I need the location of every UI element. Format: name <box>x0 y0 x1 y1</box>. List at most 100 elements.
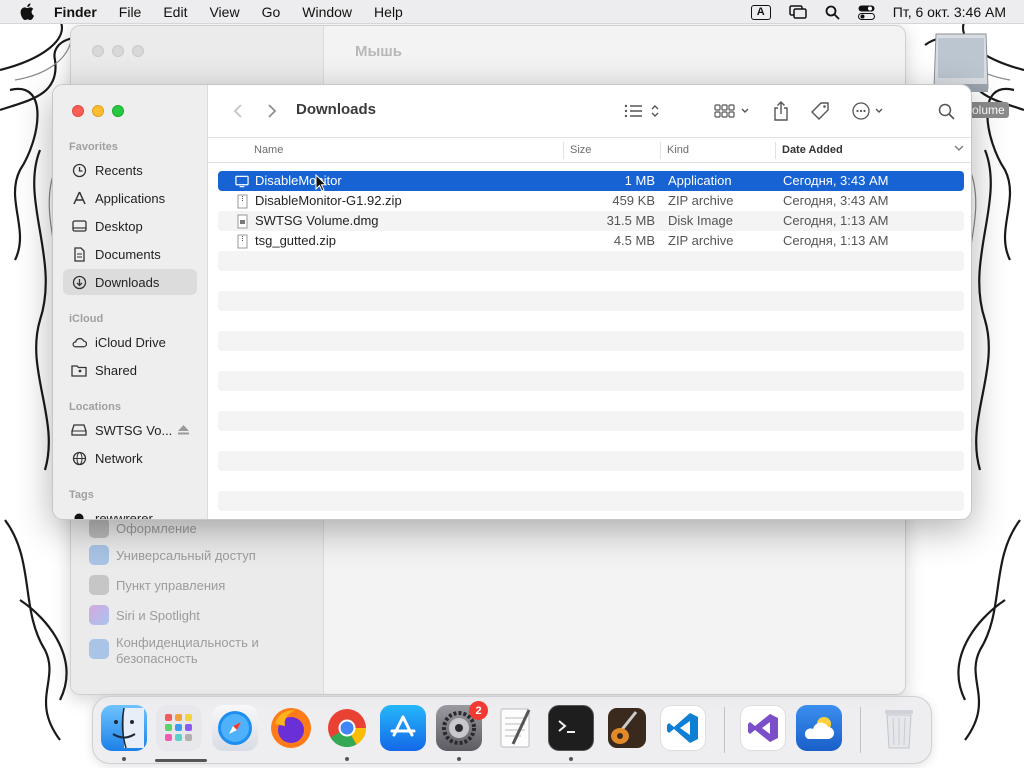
minimize-button[interactable] <box>92 105 104 117</box>
dock-launchpad-icon[interactable] <box>156 705 202 751</box>
window-controls <box>72 105 132 117</box>
menu-help[interactable]: Help <box>374 4 403 20</box>
settings-item-accessibility[interactable]: Универсальный доступ <box>89 545 256 565</box>
settings-window-controls <box>92 45 152 57</box>
dock-trash-icon[interactable] <box>876 705 922 751</box>
sidebar-item-swtsg-volume[interactable]: SWTSG Vo... <box>63 417 197 443</box>
share-button[interactable] <box>770 99 792 123</box>
sidebar-item-icloud-drive[interactable]: iCloud Drive <box>63 329 197 355</box>
dock-terminal-icon[interactable] <box>548 705 594 751</box>
settings-item-siri[interactable]: Siri и Spotlight <box>89 605 200 625</box>
column-kind[interactable]: Kind <box>667 144 689 156</box>
menubar-clock[interactable]: Пт, 6 окт. 3:46 AM <box>893 4 1006 20</box>
settings-item-appearance[interactable]: Оформление <box>89 518 197 538</box>
menu-edit[interactable]: Edit <box>163 4 187 20</box>
sort-chevron-icon[interactable] <box>954 143 964 155</box>
dock-finder-icon[interactable] <box>101 705 147 751</box>
menu-go[interactable]: Go <box>262 4 281 20</box>
column-date-added[interactable]: Date Added <box>782 144 843 156</box>
settings-item-label: Пункт управления <box>116 577 226 593</box>
dock-firefox-icon[interactable] <box>268 705 314 751</box>
menu-file[interactable]: File <box>119 4 142 20</box>
dock-garageband-icon[interactable] <box>604 705 650 751</box>
eject-icon[interactable] <box>178 423 189 438</box>
screen-mirroring-icon[interactable] <box>789 5 807 19</box>
view-options-button[interactable] <box>623 99 663 123</box>
dock-safari-icon[interactable] <box>212 705 258 751</box>
menu-window[interactable]: Window <box>302 4 352 20</box>
shared-folder-icon <box>71 362 87 378</box>
menu-view[interactable]: View <box>209 4 239 20</box>
sidebar-item-label: rewwrerer <box>95 510 153 520</box>
empty-row <box>218 371 964 391</box>
back-button[interactable] <box>228 99 248 123</box>
sidebar-item-label: Recents <box>95 162 143 178</box>
spotlight-search-icon[interactable] <box>825 5 840 20</box>
file-name: tsg_gutted.zip <box>255 233 336 248</box>
empty-row <box>218 471 964 491</box>
sidebar-item-label: Downloads <box>95 274 160 290</box>
input-source-indicator[interactable]: A <box>750 4 771 20</box>
action-menu-button[interactable] <box>850 99 890 123</box>
dock-chrome-icon[interactable] <box>324 705 370 751</box>
sidebar-item-label: Documents <box>95 246 161 262</box>
dock-weather-icon[interactable] <box>796 705 842 751</box>
dock-vscode-icon[interactable] <box>660 705 706 751</box>
file-kind: Application <box>668 173 732 188</box>
dock-visual-studio-icon[interactable] <box>740 705 786 751</box>
forward-button[interactable] <box>262 99 282 123</box>
file-date-added: Сегодня, 1:13 AM <box>783 233 889 248</box>
empty-row <box>218 411 964 431</box>
file-size: 31.5 MB <box>606 213 655 228</box>
sidebar-item-applications[interactable]: Applications <box>63 185 197 211</box>
search-button[interactable] <box>934 99 958 123</box>
empty-row <box>218 251 964 271</box>
file-row-tsg-gutted-zip[interactable]: tsg_gutted.zip 4.5 MB ZIP archive Сегодн… <box>218 231 964 251</box>
file-row-disablemonitor[interactable]: DisableMonitor 1 MB Application Сегодня,… <box>218 171 964 191</box>
file-date-added: Сегодня, 3:43 AM <box>783 193 889 208</box>
sidebar-section-icloud: iCloud <box>69 313 104 325</box>
empty-row <box>218 431 964 451</box>
sidebar-item-tag[interactable]: rewwrerer <box>63 505 197 520</box>
file-kind: ZIP archive <box>668 193 734 208</box>
desktop-icon <box>71 218 87 234</box>
sidebar-item-network[interactable]: Network <box>63 445 197 471</box>
column-name[interactable]: Name <box>254 144 283 156</box>
sidebar-item-shared[interactable]: Shared <box>63 357 197 383</box>
column-size[interactable]: Size <box>570 144 591 156</box>
empty-row <box>218 311 964 331</box>
zoom-button[interactable] <box>112 105 124 117</box>
file-name: SWTSG Volume.dmg <box>255 213 379 228</box>
tag-button[interactable] <box>808 99 832 123</box>
sidebar-item-desktop[interactable]: Desktop <box>63 213 197 239</box>
group-by-button[interactable] <box>713 99 753 123</box>
cloud-icon <box>71 334 87 350</box>
file-size: 4.5 MB <box>613 233 655 248</box>
apple-menu-icon[interactable] <box>16 0 38 24</box>
file-row-swtsg-dmg[interactable]: SWTSG Volume.dmg 31.5 MB Disk Image Сего… <box>218 211 964 231</box>
settings-item-label: Siri и Spotlight <box>116 607 200 623</box>
sidebar-section-tags: Tags <box>69 489 94 501</box>
empty-row <box>218 351 964 371</box>
window-title: Downloads <box>296 101 377 118</box>
empty-row <box>218 271 964 291</box>
dock-textedit-icon[interactable] <box>492 705 538 751</box>
file-row-disablemonitor-zip[interactable]: DisableMonitor-G1.92.zip 459 KB ZIP arch… <box>218 191 964 211</box>
sidebar-item-documents[interactable]: Documents <box>63 241 197 267</box>
settings-item-privacy[interactable]: Конфиденциальность и безопасность <box>89 635 259 667</box>
settings-item-label: Конфиденциальность и <box>116 635 259 650</box>
zip-file-icon <box>235 193 249 209</box>
close-button[interactable] <box>72 105 84 117</box>
sidebar-item-recents[interactable]: Recents <box>63 157 197 183</box>
dock-app-store-icon[interactable] <box>380 705 426 751</box>
menu-finder[interactable]: Finder <box>54 4 97 20</box>
file-size: 1 MB <box>624 173 655 188</box>
sidebar-item-label: iCloud Drive <box>95 334 166 350</box>
tag-dot-icon <box>71 510 87 519</box>
sidebar-item-downloads[interactable]: Downloads <box>63 269 197 295</box>
settings-item-control-center[interactable]: Пункт управления <box>89 575 225 595</box>
settings-item-label-line2: безопасность <box>116 651 198 666</box>
control-center-icon[interactable] <box>857 5 875 20</box>
globe-icon <box>71 450 87 466</box>
dock-system-settings-icon[interactable]: 2 <box>436 701 488 751</box>
